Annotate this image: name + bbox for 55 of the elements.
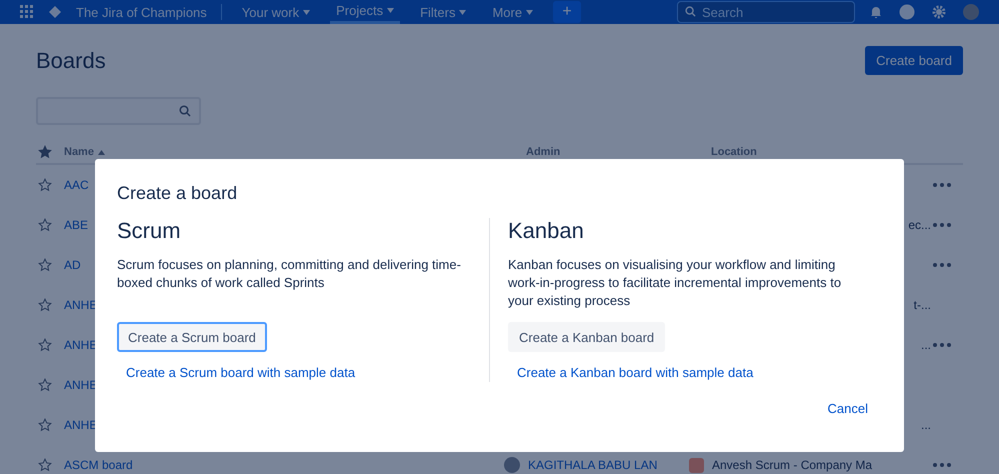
location-text: ec... xyxy=(908,218,932,232)
star-icon[interactable] xyxy=(38,178,52,192)
board-type-description: Kanban focuses on visualising your workflow and limiting work-in-progress to facilitate incremental improvements to your existing process xyxy=(508,256,842,310)
settings-icon[interactable] xyxy=(931,4,947,20)
star-icon[interactable] xyxy=(38,338,52,352)
more-actions-icon[interactable] xyxy=(933,343,951,347)
more-actions-icon[interactable] xyxy=(933,263,951,267)
star-icon[interactable] xyxy=(38,258,52,272)
board-name-link[interactable]: ASCM board xyxy=(64,458,504,472)
nav-menu-item[interactable]: Your work xyxy=(236,0,316,24)
caret-icon xyxy=(387,8,394,13)
star-icon[interactable] xyxy=(38,145,52,159)
more-actions-icon[interactable] xyxy=(933,463,951,467)
location-text: t-... xyxy=(914,298,932,312)
sample-data-link[interactable]: Create a Kanban board with sample data xyxy=(517,365,754,380)
create-board-option-button[interactable]: Create a Kanban board xyxy=(508,322,666,352)
site-title[interactable]: The Jira of Champions xyxy=(76,4,207,20)
star-icon[interactable] xyxy=(38,378,52,392)
caret-icon xyxy=(459,10,466,14)
create-board-option-button[interactable]: Create a Scrum board xyxy=(117,322,267,352)
search-field[interactable]: Search xyxy=(677,1,855,23)
column-header: Admin xyxy=(526,146,562,158)
search-icon xyxy=(179,105,191,117)
board-type-heading: Scrum xyxy=(117,218,182,244)
star-icon[interactable] xyxy=(38,418,52,432)
board-type-description: Scrum focuses on planning, committing and delivering time-boxed chunks of work called Sprints xyxy=(117,256,462,292)
more-actions-icon[interactable] xyxy=(933,183,951,187)
create-board-button[interactable]: Create board xyxy=(865,46,963,75)
nav-menu-item[interactable]: Projects xyxy=(330,0,400,24)
sort-arrow-icon xyxy=(98,150,105,155)
sample-data-link[interactable]: Create a Scrum board with sample data xyxy=(126,365,356,380)
jira-logo-icon[interactable] xyxy=(48,5,62,19)
cancel-button[interactable]: Cancel xyxy=(822,400,874,417)
star-icon[interactable] xyxy=(38,218,52,232)
column-header: Location xyxy=(711,146,758,158)
project-icon xyxy=(689,458,704,472)
app-grid-icon[interactable] xyxy=(20,5,34,19)
avatar-icon xyxy=(504,457,520,473)
bell-icon[interactable] xyxy=(869,5,883,19)
location-text[interactable]: Anvesh Scrum - Company Ma xyxy=(712,458,872,472)
create-button[interactable]: + xyxy=(553,1,582,23)
admin-name[interactable]: KAGITHALA BABU LAN xyxy=(528,458,658,472)
location-text: ... xyxy=(920,338,932,352)
page-title: Boards xyxy=(36,48,106,74)
nav-menu-item[interactable]: Filters xyxy=(414,0,472,24)
caret-icon xyxy=(526,10,534,14)
dialog-title: Create a board xyxy=(117,183,238,204)
star-icon[interactable] xyxy=(38,458,52,472)
caret-icon xyxy=(303,10,310,14)
more-actions-icon[interactable] xyxy=(933,223,951,227)
location-text: ... xyxy=(920,418,932,432)
nav-menu-item[interactable]: More xyxy=(486,0,540,24)
board-type-heading: Kanban xyxy=(508,218,585,244)
column-header[interactable]: Name xyxy=(64,146,526,158)
star-icon[interactable] xyxy=(38,298,52,312)
